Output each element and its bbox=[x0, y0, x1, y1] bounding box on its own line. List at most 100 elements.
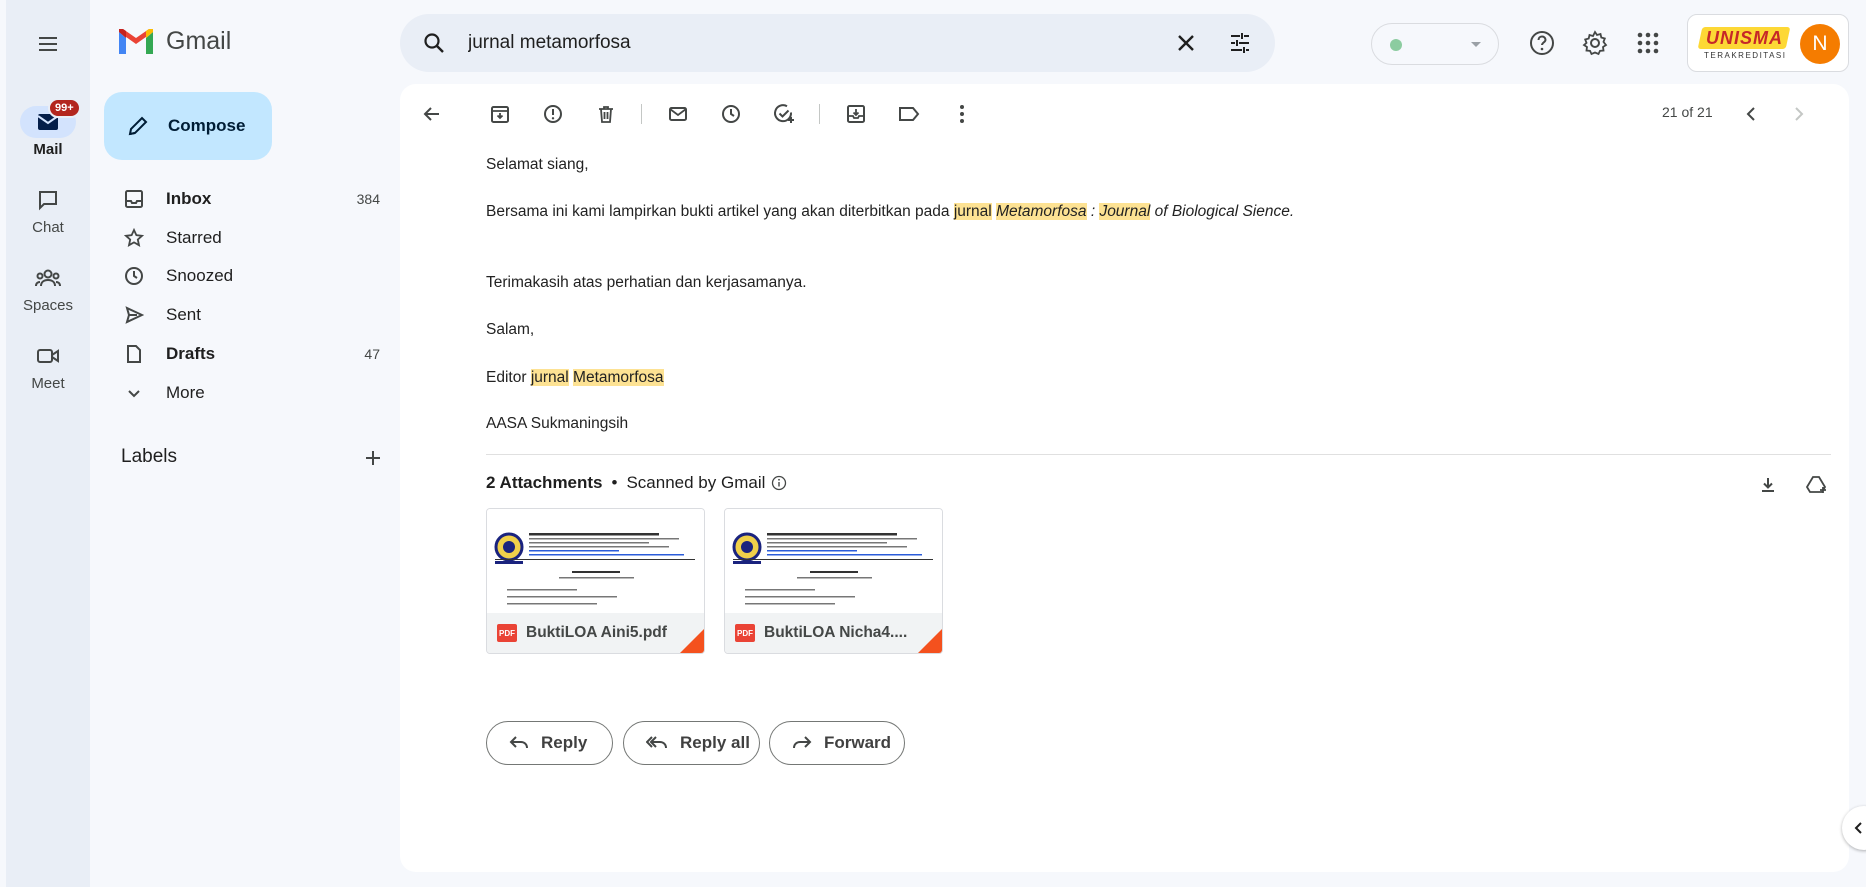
attachments-header: 2 Attachments • Scanned by Gmail bbox=[486, 473, 787, 493]
delete-button[interactable] bbox=[586, 94, 626, 134]
move-to-button[interactable] bbox=[836, 94, 876, 134]
more-actions-button[interactable] bbox=[942, 94, 982, 134]
add-to-tasks-button[interactable] bbox=[764, 94, 804, 134]
help-icon bbox=[1530, 31, 1554, 55]
search-highlight: Journal bbox=[1099, 203, 1151, 220]
add-task-icon bbox=[774, 104, 794, 123]
nav-label-inbox: Inbox bbox=[166, 189, 212, 208]
labels-button[interactable] bbox=[889, 94, 929, 134]
forward-icon bbox=[793, 736, 812, 749]
message-paragraph: Bersama ini kami lampirkan bukti artikel… bbox=[486, 203, 1294, 221]
rail-item-mail[interactable]: 99+ Mail bbox=[6, 98, 90, 158]
move-to-inbox-icon bbox=[847, 105, 865, 123]
inbox-count: 384 bbox=[356, 191, 380, 207]
logo-subtext: TERAKREDITASI bbox=[1704, 51, 1787, 60]
main-menu-button[interactable] bbox=[28, 24, 68, 64]
reply-label: Reply bbox=[541, 733, 588, 752]
attachment-card[interactable]: PDF BuktiLOA Nicha4.... bbox=[724, 508, 943, 654]
search-input[interactable] bbox=[468, 28, 1108, 58]
clear-search-button[interactable] bbox=[1166, 23, 1206, 63]
pdf-corner-fold bbox=[680, 629, 704, 653]
reply-all-button[interactable]: Reply all bbox=[623, 721, 760, 765]
rail-label-chat: Chat bbox=[32, 219, 64, 236]
attachment-name: BuktiLOA Aini5.pdf bbox=[526, 624, 667, 641]
nav-label-sent: Sent bbox=[166, 305, 201, 324]
back-button[interactable] bbox=[412, 94, 452, 134]
nav-label-starred: Starred bbox=[166, 228, 222, 247]
star-icon bbox=[124, 228, 144, 247]
compose-button[interactable]: Compose bbox=[104, 92, 272, 160]
nav-item-snoozed[interactable]: Snoozed bbox=[104, 258, 394, 294]
reply-button[interactable]: Reply bbox=[486, 721, 613, 765]
labels-heading: Labels bbox=[121, 446, 177, 467]
rail-item-spaces[interactable]: Spaces bbox=[6, 262, 90, 314]
status-selector[interactable] bbox=[1371, 23, 1499, 65]
plus-icon bbox=[366, 451, 380, 465]
chevron-right-icon bbox=[1795, 107, 1804, 121]
reply-icon bbox=[509, 736, 528, 749]
search-highlight: jurnal bbox=[953, 203, 992, 220]
unread-badge: 99+ bbox=[48, 98, 81, 118]
info-icon[interactable] bbox=[771, 475, 787, 491]
download-all-button[interactable] bbox=[1750, 467, 1786, 503]
search-highlight: Metamorfosa bbox=[573, 369, 664, 386]
nav-item-starred[interactable]: Starred bbox=[104, 220, 394, 256]
download-icon bbox=[1762, 478, 1774, 492]
search-highlight: Metamorfosa bbox=[996, 203, 1087, 220]
nav-label-drafts: Drafts bbox=[166, 344, 216, 363]
document-thumbnail bbox=[732, 532, 933, 605]
archive-button[interactable] bbox=[480, 94, 520, 134]
snooze-button[interactable] bbox=[711, 94, 751, 134]
nav-item-more[interactable]: More bbox=[104, 375, 394, 411]
nav-label-snoozed: Snoozed bbox=[166, 266, 234, 285]
rail-item-meet[interactable]: Meet bbox=[6, 340, 90, 392]
pdf-file-icon: PDF bbox=[497, 624, 517, 642]
rail-item-chat[interactable]: Chat bbox=[6, 184, 90, 236]
reply-all-label: Reply all bbox=[680, 733, 750, 752]
mark-unread-button[interactable] bbox=[658, 94, 698, 134]
toolbar-divider bbox=[641, 104, 642, 124]
forward-button[interactable]: Forward bbox=[769, 721, 905, 765]
message-text: Bersama ini kami lampirkan bukti artikel… bbox=[486, 203, 954, 220]
report-spam-button[interactable] bbox=[533, 94, 573, 134]
tune-icon bbox=[1231, 33, 1249, 53]
create-label-button[interactable] bbox=[358, 443, 388, 473]
message-text: Editor bbox=[486, 369, 531, 386]
draft-icon bbox=[127, 345, 141, 363]
scanned-label: Scanned by Gmail bbox=[626, 473, 766, 492]
nav-item-drafts[interactable]: Drafts 47 bbox=[104, 336, 394, 372]
attachment-card[interactable]: PDF BuktiLOA Aini5.pdf bbox=[486, 508, 705, 654]
message-signature: Editor jurnal Metamorfosa bbox=[486, 369, 664, 387]
pdf-file-icon: PDF bbox=[735, 624, 755, 642]
message-greeting: Selamat siang, bbox=[486, 156, 589, 173]
apps-button[interactable] bbox=[1628, 23, 1668, 63]
drive-add-icon bbox=[1806, 476, 1827, 493]
pdf-corner-fold bbox=[918, 629, 942, 653]
nav-item-sent[interactable]: Sent bbox=[104, 297, 394, 333]
compose-label: Compose bbox=[168, 116, 246, 135]
report-icon bbox=[544, 105, 562, 123]
toolbar-divider bbox=[819, 104, 820, 124]
help-button[interactable] bbox=[1522, 23, 1562, 63]
save-to-drive-button[interactable] bbox=[1799, 467, 1835, 503]
nav-item-inbox[interactable]: Inbox 384 bbox=[104, 181, 394, 217]
message-closing: Salam, bbox=[486, 321, 535, 338]
apps-grid-icon bbox=[1637, 32, 1659, 54]
older-button[interactable] bbox=[1779, 94, 1819, 134]
clock-icon bbox=[125, 267, 143, 285]
newer-button[interactable] bbox=[1731, 94, 1771, 134]
account-switcher[interactable]: UNISMA TERAKREDITASI N bbox=[1687, 14, 1849, 72]
search-options-button[interactable] bbox=[1220, 23, 1260, 63]
dropdown-arrow-icon bbox=[1471, 42, 1481, 47]
organization-logo: UNISMA TERAKREDITASI bbox=[1697, 27, 1791, 61]
hamburger-icon bbox=[39, 37, 57, 51]
avatar[interactable]: N bbox=[1800, 24, 1840, 64]
settings-button[interactable] bbox=[1575, 23, 1615, 63]
chevron-left-icon bbox=[1746, 107, 1755, 121]
close-icon bbox=[1178, 35, 1194, 51]
search-button[interactable] bbox=[414, 23, 454, 63]
pager-text: 21 of 21 bbox=[1662, 104, 1713, 120]
rail-label-mail: Mail bbox=[33, 141, 63, 158]
gmail-logo[interactable]: Gmail bbox=[116, 26, 231, 56]
gmail-m-icon bbox=[119, 29, 153, 54]
